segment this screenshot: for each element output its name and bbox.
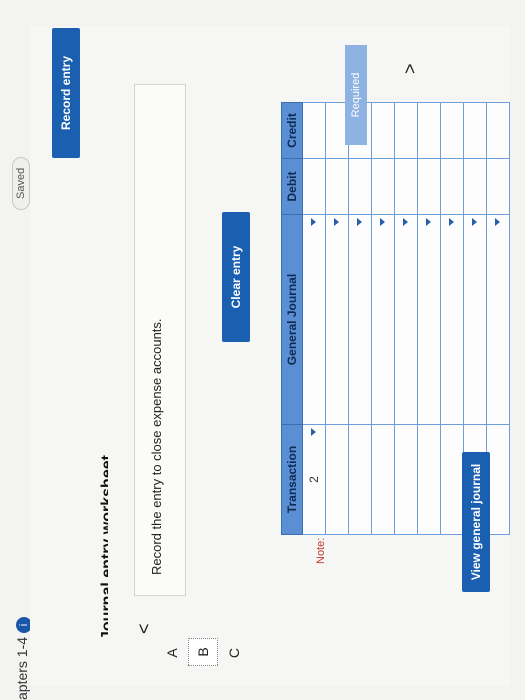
- transaction-cell: [348, 424, 372, 535]
- mouse-cursor-icon: ⇨: [520, 32, 525, 44]
- debit-input[interactable]: [325, 158, 349, 215]
- col-header-credit: Credit: [281, 102, 303, 159]
- credit-input[interactable]: [371, 102, 395, 159]
- worksheet-panel: Journal entry worksheet < > A B C Record…: [30, 26, 510, 686]
- required-button[interactable]: Required: [345, 45, 367, 145]
- col-header-transaction: Transaction: [281, 424, 303, 535]
- transaction-cell: [371, 424, 395, 535]
- table-row: 2: [302, 102, 326, 535]
- table-row: [440, 102, 464, 535]
- table-row: [371, 102, 395, 535]
- account-select[interactable]: [394, 214, 418, 425]
- saved-badge: Saved: [12, 156, 30, 210]
- account-select[interactable]: [348, 214, 372, 425]
- credit-input[interactable]: [463, 102, 487, 159]
- table-header-row: Transaction General Journal Debit Credit: [281, 102, 303, 535]
- account-select[interactable]: [440, 214, 464, 425]
- account-select[interactable]: [417, 214, 441, 425]
- table-row: [348, 102, 372, 535]
- view-general-journal-button[interactable]: View general journal: [462, 452, 490, 592]
- next-arrow-icon[interactable]: >: [400, 63, 421, 74]
- col-header-general-journal: General Journal: [281, 214, 303, 425]
- debit-input[interactable]: [440, 158, 464, 215]
- credit-input[interactable]: [417, 102, 441, 159]
- record-entry-button[interactable]: Record entry: [52, 28, 80, 158]
- table-row: [325, 102, 349, 535]
- chapter-text: apters 1-4: [14, 636, 30, 700]
- account-select[interactable]: [371, 214, 395, 425]
- debit-input[interactable]: [394, 158, 418, 215]
- debit-input[interactable]: [348, 158, 372, 215]
- transaction-cell: [440, 424, 464, 535]
- debit-input[interactable]: [371, 158, 395, 215]
- debit-input[interactable]: [302, 158, 326, 215]
- clear-entry-button[interactable]: Clear entry: [222, 212, 250, 342]
- col-header-debit: Debit: [281, 158, 303, 215]
- account-select[interactable]: [325, 214, 349, 425]
- transaction-cell: [417, 424, 441, 535]
- transaction-cell: [394, 424, 418, 535]
- prompt-box: Record the entry to close expense accoun…: [134, 84, 186, 596]
- debit-input[interactable]: [486, 158, 510, 215]
- account-select[interactable]: [486, 214, 510, 425]
- table-row: [417, 102, 441, 535]
- tab-c[interactable]: C: [220, 640, 248, 666]
- tab-b[interactable]: B: [188, 638, 218, 666]
- transaction-cell: [325, 424, 349, 535]
- rotated-screen: apters 1-4i Saved Journal entry workshee…: [0, 0, 525, 700]
- debit-input[interactable]: [417, 158, 441, 215]
- account-select[interactable]: [302, 214, 326, 425]
- page: apters 1-4i Saved Journal entry workshee…: [0, 0, 525, 700]
- credit-input[interactable]: [486, 102, 510, 159]
- credit-input[interactable]: [440, 102, 464, 159]
- credit-input[interactable]: [302, 102, 326, 159]
- transaction-select[interactable]: 2: [302, 424, 326, 535]
- worksheet-title: Journal entry worksheet: [99, 455, 108, 640]
- debit-input[interactable]: [463, 158, 487, 215]
- prompt-text: Record the entry to close expense accoun…: [149, 318, 164, 575]
- table-row: [394, 102, 418, 535]
- tab-a[interactable]: A: [158, 640, 186, 666]
- credit-input[interactable]: [394, 102, 418, 159]
- account-select[interactable]: [463, 214, 487, 425]
- prev-arrow-icon[interactable]: <: [134, 623, 155, 634]
